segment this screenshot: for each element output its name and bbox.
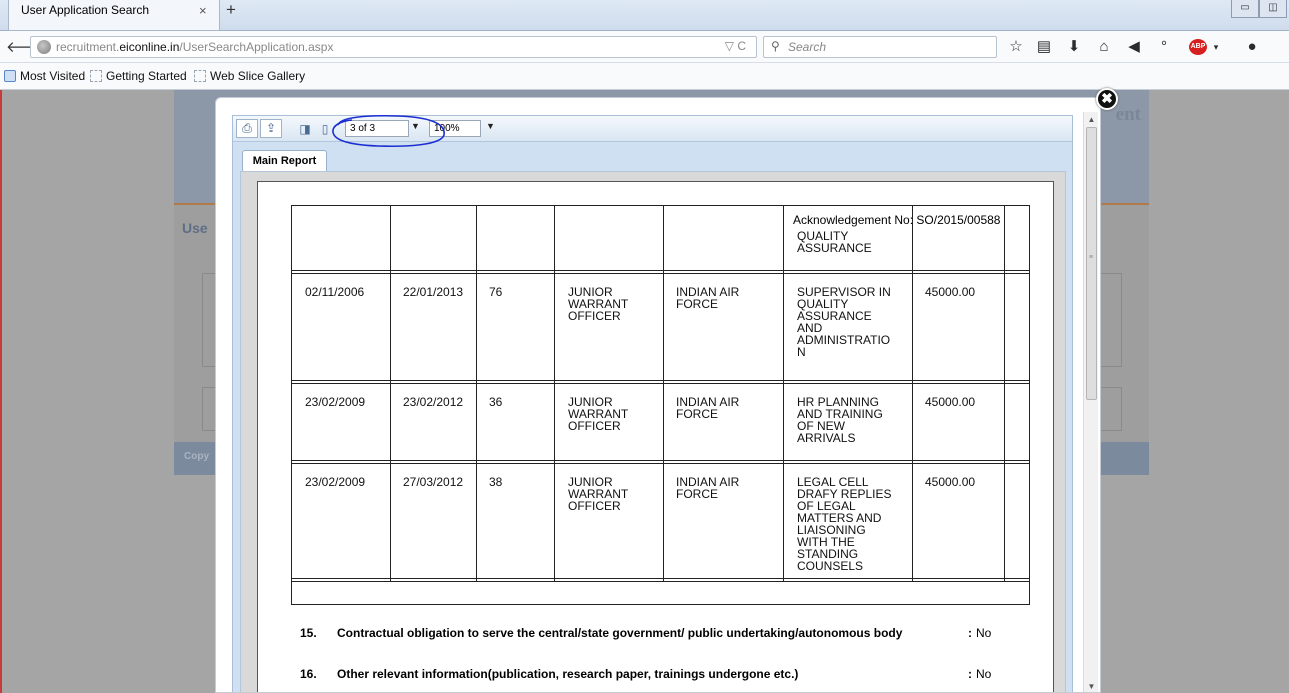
table-cell-to: 27/03/2012 bbox=[403, 475, 464, 489]
question-answer: : No bbox=[968, 667, 992, 681]
star-icon[interactable]: ☆ bbox=[1005, 36, 1027, 58]
tab-bar: User Application Search × + ▭ ◫ bbox=[0, 0, 1289, 31]
question-text: Contractual obligation to serve the cent… bbox=[337, 626, 903, 640]
question-text: Other relevant information(publication, … bbox=[337, 667, 799, 681]
bookmark-page-icon bbox=[90, 70, 102, 82]
scrollbar-grip-icon: ≡ bbox=[1089, 254, 1094, 261]
adblock-dropdown-icon[interactable]: ▾ bbox=[1205, 36, 1227, 58]
table-cell-to: 22/01/2013 bbox=[403, 285, 464, 299]
table-cell-post: JUNIOR WARRANT OFFICER bbox=[568, 395, 629, 433]
navigation-bar: 🡐 recruitment.eiconline.in/UserSearchApp… bbox=[0, 31, 1289, 63]
table-cell-pay: 45000.00 bbox=[925, 395, 976, 409]
table-column-divider bbox=[554, 206, 555, 581]
table-row-separator bbox=[292, 460, 1029, 464]
tab-title: User Application Search bbox=[21, 3, 150, 17]
download-icon[interactable]: ⬇ bbox=[1063, 36, 1085, 58]
table-cell-post: JUNIOR WARRANT OFFICER bbox=[568, 285, 629, 323]
reload-icon[interactable]: ▽ C bbox=[725, 39, 746, 53]
table-cell-duties: LEGAL CELL DRAFY REPLIES OF LEGAL MATTER… bbox=[797, 475, 892, 573]
table-row-separator bbox=[292, 270, 1029, 274]
bookmarks-bar: Most Visited Getting Started Web Slice G… bbox=[0, 63, 1289, 90]
table-column-divider bbox=[390, 206, 391, 581]
browser-window: User Application Search × + ▭ ◫ 🡐 recrui… bbox=[0, 0, 1289, 693]
question-number: 16. bbox=[300, 667, 317, 681]
site-title: ent bbox=[1115, 104, 1141, 125]
table-cell-from: 23/02/2009 bbox=[305, 475, 366, 489]
table-cell-months: 36 bbox=[489, 395, 503, 409]
table-cell-to: 23/02/2012 bbox=[403, 395, 464, 409]
viewer-toolbar: ⎙ ⇪ ◨ ▯ 3 of 3 ▼ 100% ▼ bbox=[233, 114, 1072, 148]
close-icon[interactable]: ✖ bbox=[1096, 88, 1118, 110]
report-canvas: Acknowledgement No: SO/2015/00588 QUALIT… bbox=[240, 171, 1066, 692]
restore-button[interactable]: ◫ bbox=[1259, 0, 1287, 18]
scrollbar-thumb[interactable]: ≡ bbox=[1086, 127, 1097, 400]
bookmark-most-visited[interactable]: Most Visited bbox=[4, 69, 85, 83]
tab-close-icon[interactable]: × bbox=[199, 3, 207, 18]
window-controls: ▭ ◫ bbox=[1225, 0, 1289, 20]
back-button[interactable]: 🡐 bbox=[6, 37, 46, 57]
table-column-divider bbox=[912, 206, 913, 581]
table-cell-from: 02/11/2006 bbox=[305, 285, 365, 299]
scroll-up-icon[interactable]: ▲ bbox=[1084, 112, 1099, 127]
tab-main-report[interactable]: Main Report bbox=[242, 150, 327, 172]
table-column-divider bbox=[1004, 206, 1005, 581]
table-row-separator bbox=[292, 578, 1029, 582]
chat-icon[interactable]: ● bbox=[1241, 36, 1263, 58]
bookmark-getting-started[interactable]: Getting Started bbox=[90, 69, 187, 83]
table-cell-organisation: INDIAN AIR FORCE bbox=[676, 285, 740, 311]
window-left-edge bbox=[0, 90, 2, 693]
question-number: 15. bbox=[300, 626, 317, 640]
bookmark-folder-icon bbox=[4, 70, 16, 82]
send-icon[interactable]: ◀ bbox=[1123, 36, 1145, 58]
address-bar[interactable]: recruitment.eiconline.in/UserSearchAppli… bbox=[30, 36, 757, 58]
report-modal: ⎙ ⇪ ◨ ▯ 3 of 3 ▼ 100% ▼ Main Report Ackn… bbox=[215, 97, 1101, 693]
home-icon[interactable]: ⌂ bbox=[1093, 36, 1115, 58]
site-section-heading: Use bbox=[182, 220, 208, 236]
search-icon: ⚲ bbox=[771, 39, 780, 53]
minimize-button[interactable]: ▭ bbox=[1231, 0, 1259, 18]
table-cell-from: 23/02/2009 bbox=[305, 395, 366, 409]
question-answer: : No bbox=[968, 626, 992, 640]
table-row-separator bbox=[292, 380, 1029, 384]
table-cell-organisation: INDIAN AIR FORCE bbox=[676, 395, 740, 421]
url-text: recruitment.eiconline.in/UserSearchAppli… bbox=[56, 40, 334, 54]
site-identity-icon[interactable] bbox=[37, 40, 51, 54]
table-cell-duties: SUPERVISOR IN QUALITY ASSURANCE AND ADMI… bbox=[797, 285, 891, 359]
hand-drawn-circle-annotation bbox=[332, 114, 445, 148]
bookmarks-list-icon[interactable]: ▤ bbox=[1033, 36, 1055, 58]
new-tab-button[interactable]: + bbox=[226, 0, 236, 20]
report-page: Acknowledgement No: SO/2015/00588 QUALIT… bbox=[257, 181, 1054, 692]
search-input[interactable]: ⚲ Search bbox=[763, 36, 997, 58]
zoom-dropdown-icon[interactable]: ▼ bbox=[486, 121, 495, 131]
bookmark-page-icon bbox=[194, 70, 206, 82]
browser-tab[interactable]: User Application Search × bbox=[8, 0, 220, 31]
table-cell-duties: QUALITY ASSURANCE bbox=[797, 229, 872, 255]
table-cell-post: JUNIOR WARRANT OFFICER bbox=[568, 475, 629, 513]
table-cell-duties: HR PLANNING AND TRAINING OF NEW ARRIVALS bbox=[797, 395, 883, 445]
print-icon[interactable]: ⎙ bbox=[236, 119, 258, 138]
table-cell-months: 76 bbox=[489, 285, 503, 299]
first-page-icon[interactable]: ◨ bbox=[297, 121, 313, 137]
table-cell-pay: 45000.00 bbox=[925, 285, 976, 299]
bookmark-web-slice-gallery[interactable]: Web Slice Gallery bbox=[194, 69, 305, 83]
table-column-divider bbox=[663, 206, 664, 581]
site-copyright: Copy bbox=[184, 451, 209, 462]
table-column-divider bbox=[783, 206, 784, 581]
toolbar-icons: ☆ ▤ ⬇ ⌂ ◀ ° ABP ▾ ● bbox=[1005, 36, 1285, 58]
modal-scrollbar[interactable]: ▲ ≡ ▼ bbox=[1083, 112, 1099, 692]
report-viewer: ⎙ ⇪ ◨ ▯ 3 of 3 ▼ 100% ▼ Main Report Ackn… bbox=[232, 114, 1073, 692]
extension-icon[interactable]: ° bbox=[1153, 36, 1175, 58]
employment-table: QUALITY ASSURANCE 02/11/2006 22/01/2013 … bbox=[291, 205, 1030, 605]
search-placeholder: Search bbox=[788, 40, 827, 54]
table-cell-months: 38 bbox=[489, 475, 503, 489]
table-column-divider bbox=[476, 206, 477, 581]
table-cell-pay: 45000.00 bbox=[925, 475, 976, 489]
scroll-down-icon[interactable]: ▼ bbox=[1084, 679, 1099, 692]
table-cell-organisation: INDIAN AIR FORCE bbox=[676, 475, 740, 501]
export-icon[interactable]: ⇪ bbox=[260, 119, 282, 138]
